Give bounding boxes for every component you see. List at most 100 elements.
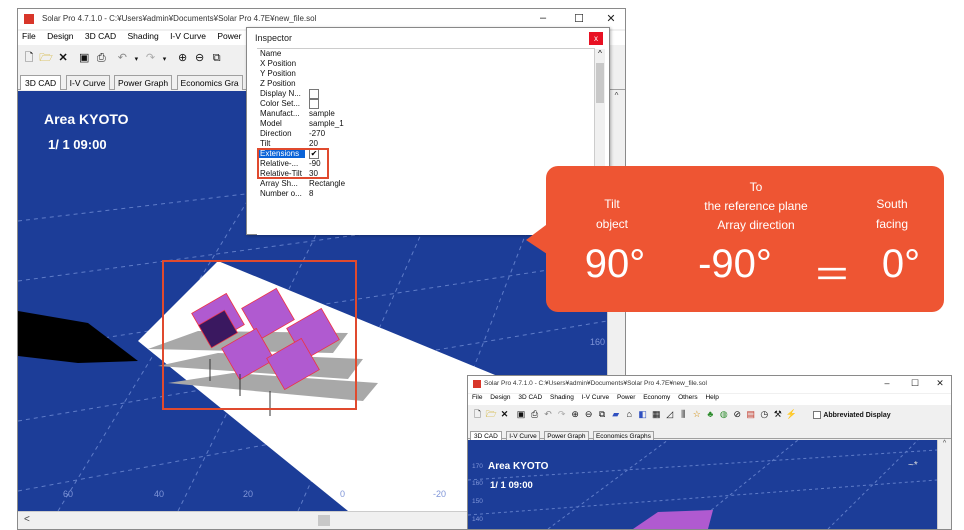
title-bar: Solar Pro 4.7.1.0 - C:¥Users¥admin¥Docum… [468, 376, 951, 393]
axis-label: 60 [63, 489, 74, 499]
save-icon[interactable]: ▣ [516, 409, 527, 420]
maximize-button[interactable]: ☐ [561, 12, 597, 25]
delete-icon[interactable]: ✕ [499, 409, 510, 420]
globe-icon[interactable]: ◍ [718, 409, 729, 420]
panel-icon[interactable]: ▰ [610, 409, 621, 420]
property-row[interactable]: Manufact... sample [257, 109, 595, 119]
tools-icon[interactable]: ⚒ [772, 409, 783, 420]
zoom-fit-icon[interactable]: ⧉ [597, 409, 608, 420]
menu-iv-curve[interactable]: I-V Curve [170, 31, 206, 41]
chart-icon[interactable]: ◿ [664, 409, 675, 420]
maximize-button[interactable]: ☐ [901, 378, 929, 389]
building-icon[interactable]: ⌂ [624, 409, 635, 419]
save-icon[interactable]: ▣ [77, 51, 91, 64]
zoom-fit-icon[interactable]: ⧉ [210, 52, 224, 65]
redo-icon[interactable]: ↷ [556, 409, 567, 420]
sun-icon[interactable]: ☆ [691, 409, 702, 420]
open-folder-icon[interactable]: 🗁 [486, 407, 497, 423]
tab-iv-curve[interactable]: I-V Curve [65, 75, 110, 90]
callout-tilt-value: 90° [584, 242, 646, 286]
redo-icon[interactable]: ↷ [143, 51, 157, 64]
axis-label: 0 [340, 489, 346, 499]
property-row[interactable]: Name [257, 49, 595, 59]
3d-cad-viewport[interactable]: ~* 170 160 150 140 Area KYOTO 1/ 1 09:00 [468, 440, 937, 529]
print-icon[interactable]: ⎙ [94, 52, 108, 65]
close-window-button[interactable]: ✕ [929, 378, 951, 389]
menu-design[interactable]: Design [490, 394, 510, 401]
second-window: Solar Pro 4.7.1.0 - C:¥Users¥admin¥Docum… [467, 375, 952, 530]
open-folder-icon[interactable]: 🗁 [39, 49, 53, 68]
bar-chart-icon[interactable]: ⫼ [678, 409, 689, 420]
display-name-checkbox[interactable] [309, 89, 319, 99]
redo-dropdown-icon[interactable]: ▾ [161, 55, 169, 63]
menu-file[interactable]: File [472, 394, 482, 401]
menu-economy[interactable]: Economy [643, 394, 670, 401]
window-title: Solar Pro 4.7.1.0 - C:¥Users¥admin¥Docum… [42, 14, 317, 23]
property-row[interactable]: X Position [257, 59, 595, 69]
menu-file[interactable]: File [22, 31, 36, 41]
menu-shading[interactable]: Shading [127, 31, 158, 41]
axis-label: 160 [472, 480, 483, 487]
color-setting-checkbox[interactable] [309, 99, 319, 109]
new-file-icon[interactable]: 🗋 [472, 407, 483, 423]
app-icon [473, 380, 481, 388]
print-icon[interactable]: ⎙ [529, 409, 540, 420]
minimize-button[interactable]: – [873, 378, 901, 389]
vertical-scrollbar[interactable]: ^ [937, 440, 951, 529]
property-row[interactable]: Model sample_1 [257, 119, 595, 129]
axis-label: 40 [154, 489, 165, 499]
scroll-up-icon[interactable]: ^ [595, 49, 605, 58]
3d-scene: ~* [468, 440, 937, 529]
scroll-thumb[interactable] [596, 63, 604, 103]
tab-3dcad[interactable]: 3D CAD [20, 75, 62, 90]
zoom-out-icon[interactable]: ⊖ [193, 51, 207, 64]
delete-icon[interactable]: ✕ [56, 51, 70, 64]
menu-design[interactable]: Design [47, 31, 73, 41]
scroll-thumb[interactable] [318, 515, 330, 526]
new-file-icon[interactable]: 🗋 [22, 49, 36, 68]
toolbar: 🗋 🗁 ✕ ▣ ⎙ ↶ ↷ ⊕ ⊖ ⧉ ▰ ⌂ ◧ ▦ ◿ ⫼ ☆ ♣ ◍ ⊘ … [468, 407, 951, 421]
menu-power[interactable]: Power [617, 394, 635, 401]
callout-tilt-label: Tilt object [595, 197, 629, 231]
menu-3dcad[interactable]: 3D CAD [85, 31, 116, 41]
scroll-up-icon[interactable]: ^ [938, 440, 951, 447]
property-row[interactable]: Z Position [257, 79, 595, 89]
abbreviated-display-label: Abbreviated Display [823, 412, 891, 419]
minimize-button[interactable]: – [525, 12, 561, 25]
undo-icon[interactable]: ↶ [115, 51, 129, 64]
grid-icon[interactable]: ▦ [651, 409, 662, 420]
tab-economics-graphs[interactable]: Economics Gra [176, 75, 243, 90]
area-label: Area KYOTO [488, 461, 549, 472]
scroll-up-icon[interactable]: ^ [608, 91, 625, 100]
undo-icon[interactable]: ↶ [543, 409, 554, 420]
menu-power[interactable]: Power [217, 31, 241, 41]
property-row[interactable]: Direction -270 [257, 129, 595, 139]
window-controls: – ☐ ✕ [873, 378, 951, 389]
property-row[interactable]: Color Set... [257, 99, 595, 109]
zoom-in-icon[interactable]: ⊕ [176, 51, 190, 64]
tab-power-graph[interactable]: Power Graph [114, 75, 173, 90]
undo-dropdown-icon[interactable]: ▾ [132, 55, 140, 63]
tree-icon[interactable]: ♣ [705, 409, 716, 419]
menu-3dcad[interactable]: 3D CAD [518, 394, 542, 401]
menu-shading[interactable]: Shading [550, 394, 574, 401]
box-icon[interactable]: ◧ [637, 409, 648, 420]
zoom-in-icon[interactable]: ⊕ [570, 409, 581, 420]
callout-south-value: 0° [881, 242, 921, 286]
compass-icon[interactable]: ⊘ [732, 409, 743, 420]
menu-iv-curve[interactable]: I-V Curve [582, 394, 609, 401]
scroll-left-icon[interactable]: < [24, 514, 30, 525]
abbreviated-display-checkbox[interactable]: Abbreviated Display [813, 411, 891, 420]
calendar-icon[interactable]: ▤ [745, 409, 756, 420]
clock-icon[interactable]: ◷ [759, 409, 770, 420]
inspector-close-button[interactable]: x [589, 32, 603, 45]
checkbox-box[interactable] [813, 411, 822, 420]
wand-icon[interactable]: ⚡ [786, 409, 797, 420]
zoom-out-icon[interactable]: ⊖ [583, 409, 594, 420]
menu-help[interactable]: Help [705, 394, 718, 401]
property-row[interactable]: Display N... [257, 89, 595, 99]
property-row[interactable]: Y Position [257, 69, 595, 79]
menu-others[interactable]: Others [678, 394, 698, 401]
title-bar: Solar Pro 4.7.1.0 - C:¥Users¥admin¥Docum… [18, 9, 625, 29]
close-window-button[interactable]: ✕ [597, 12, 625, 25]
